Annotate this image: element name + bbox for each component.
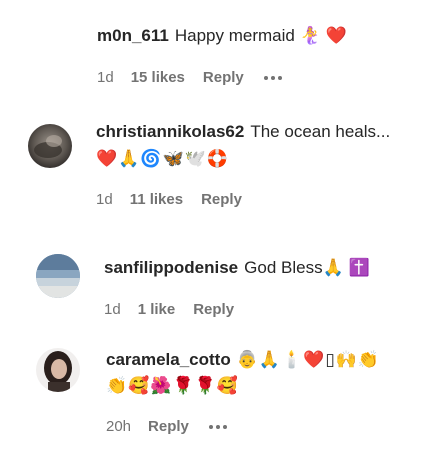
comment-text: The ocean heals... xyxy=(250,122,391,141)
comment-text-block: sanfilippodenise God Bless🙏 ✝️ xyxy=(104,256,418,280)
reply-button[interactable]: Reply xyxy=(148,418,189,435)
avatar[interactable] xyxy=(36,348,80,392)
comment-body: sanfilippodenise God Bless🙏 ✝️ xyxy=(104,256,418,280)
comment-body: m0n_611 Happy mermaid 🧜‍♀️ ❤️ xyxy=(97,24,418,48)
comment-likes[interactable]: 11 likes xyxy=(130,191,183,208)
comment-item: m0n_611 Happy mermaid 🧜‍♀️ ❤️ 1d 15 likes… xyxy=(0,24,426,104)
reply-button[interactable]: Reply xyxy=(193,301,234,318)
more-options-icon[interactable] xyxy=(263,72,282,84)
avatar-image xyxy=(36,348,80,392)
avatar-image xyxy=(36,254,80,298)
comment-time: 1d xyxy=(96,191,113,208)
comment-text-block: m0n_611 Happy mermaid 🧜‍♀️ ❤️ xyxy=(97,24,418,48)
comment-meta: 1d 15 likes Reply xyxy=(97,69,282,86)
comment-username[interactable]: sanfilippodenise xyxy=(104,258,238,277)
comment-emoji-line: 👏🥰🌺🌹🌹🥰 xyxy=(106,376,240,396)
comment-text-block: christiannikolas62 The ocean heals... xyxy=(96,120,418,144)
comment-emoji-line: ❤️🙏🌀🦋🕊️🛟 xyxy=(96,149,230,169)
avatar[interactable] xyxy=(36,254,80,298)
more-dot xyxy=(277,75,282,80)
comment-time: 1d xyxy=(97,69,114,86)
comment-body: caramela_cotto 👵🙏🕯️❤️▯🙌👏 👏🥰🌺🌹🌹🥰 xyxy=(106,348,418,398)
comments-list: m0n_611 Happy mermaid 🧜‍♀️ ❤️ 1d 15 likes… xyxy=(0,0,426,466)
avatar-image xyxy=(28,124,72,168)
more-dot xyxy=(215,424,220,429)
avatar[interactable] xyxy=(28,124,72,168)
comment-text: 👵🙏🕯️❤️▯🙌👏 xyxy=(236,350,381,370)
more-dot xyxy=(208,424,213,429)
comment-text-block: caramela_cotto 👵🙏🕯️❤️▯🙌👏 xyxy=(106,348,418,372)
reply-button[interactable]: Reply xyxy=(201,191,242,208)
comment-username[interactable]: caramela_cotto xyxy=(106,350,231,369)
more-dot xyxy=(263,75,268,80)
comment-likes[interactable]: 15 likes xyxy=(131,69,185,86)
comment-time: 20h xyxy=(106,418,132,435)
comment-item: christiannikolas62 The ocean heals... ❤️🙏… xyxy=(0,120,426,220)
comment-body: christiannikolas62 The ocean heals... ❤️🙏… xyxy=(96,120,418,171)
more-dot xyxy=(222,424,227,429)
reply-button[interactable]: Reply xyxy=(203,69,244,86)
more-dot xyxy=(270,75,275,80)
more-options-icon[interactable] xyxy=(208,421,227,433)
comment-text: God Bless🙏 ✝️ xyxy=(244,258,370,277)
comment-username[interactable]: m0n_611 xyxy=(97,26,169,45)
comment-meta: 1d 1 like Reply xyxy=(104,301,254,318)
comment-time: 1d xyxy=(104,301,121,318)
comment-item: sanfilippodenise God Bless🙏 ✝️ 1d 1 like … xyxy=(0,252,426,332)
comment-username[interactable]: christiannikolas62 xyxy=(96,122,244,141)
comment-item: caramela_cotto 👵🙏🕯️❤️▯🙌👏 👏🥰🌺🌹🌹🥰 20h Reply xyxy=(0,344,426,454)
comment-likes[interactable]: 1 like xyxy=(138,301,176,318)
comment-meta: 1d 11 likes Reply xyxy=(96,191,262,208)
comment-meta: 20h Reply xyxy=(106,418,227,435)
comment-text: Happy mermaid 🧜‍♀️ ❤️ xyxy=(174,26,347,45)
